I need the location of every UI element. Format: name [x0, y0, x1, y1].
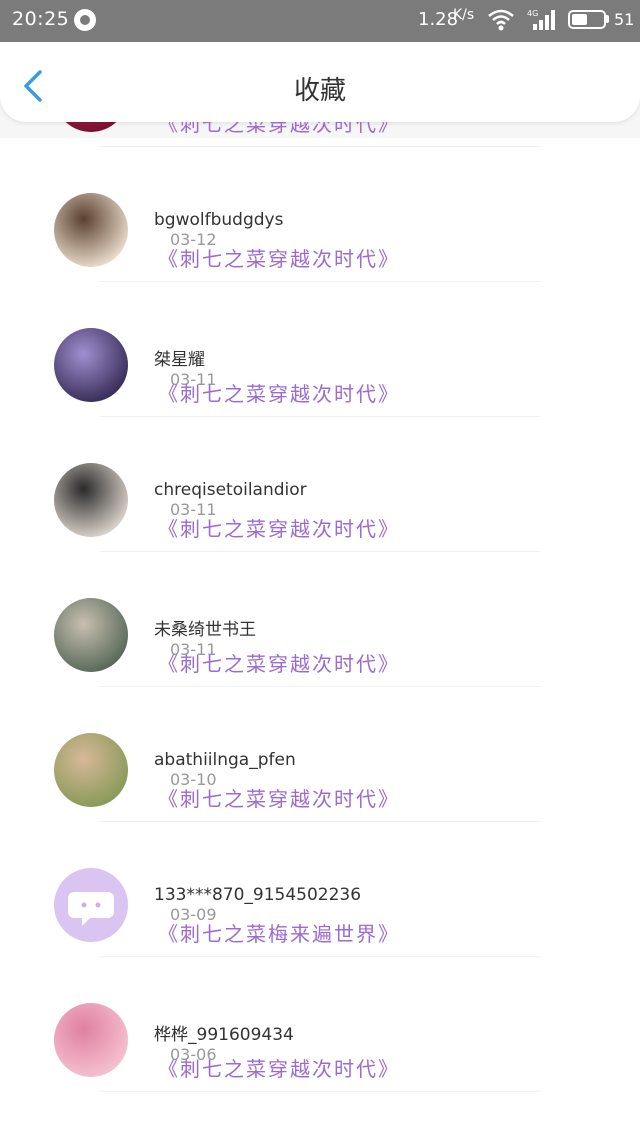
username: bgwolfbudgdys [154, 210, 284, 230]
battery-cap [606, 15, 609, 23]
username: abathiilnga_pfen [154, 750, 296, 770]
list-item[interactable]: 133***870_9154502236 03-09 《刺七之菜梅来遍世界》 [0, 822, 640, 957]
book-title-link[interactable]: 《刺七之菜穿越次时代》 [158, 648, 400, 677]
status-time: 20:25 [12, 8, 70, 30]
username: chreqisetoilandior [154, 480, 307, 500]
favorites-list: 《刺七之菜穿越次时代》 bgwolfbudgdys 03-12 《刺七之菜穿越次时代》… [0, 122, 640, 1138]
avatar[interactable] [54, 193, 128, 267]
list-item[interactable]: 未桑绮世书王 03-11 《刺七之菜穿越次时代》 [0, 552, 640, 687]
book-title-link[interactable]: 《刺七之菜梅来遍世界》 [158, 918, 400, 947]
avatar[interactable] [54, 328, 128, 402]
username: 未桑绮世书王 [154, 620, 256, 640]
book-title-link[interactable]: 《刺七之菜穿越次时代》 [158, 122, 400, 137]
list-item[interactable]: bgwolfbudgdys 03-12 《刺七之菜穿越次时代》 [0, 147, 640, 282]
list-item[interactable]: 《刺七之菜穿越次时代》 [0, 122, 640, 147]
battery-percent: 51 [614, 10, 635, 29]
username: 桦桦_991609434 [154, 1025, 294, 1045]
signal-icon: 4G [527, 9, 555, 30]
avatar[interactable] [54, 868, 128, 942]
notification-app-icon [74, 9, 96, 31]
battery-fill [572, 14, 587, 25]
avatar[interactable] [54, 1003, 128, 1077]
page-title: 收藏 [293, 76, 346, 106]
list-item[interactable]: chreqisetoilandior 03-11 《刺七之菜穿越次时代》 [0, 417, 640, 552]
avatar[interactable] [54, 733, 128, 807]
network-type-label: 4G [527, 9, 538, 18]
list-item[interactable]: 桀星耀 03-11 《刺七之菜穿越次时代》 [0, 282, 640, 417]
list-item[interactable]: abathiilnga_pfen 03-10 《刺七之菜穿越次时代》 [0, 687, 640, 822]
avatar[interactable] [54, 122, 128, 132]
avatar[interactable] [54, 463, 128, 537]
avatar[interactable] [54, 598, 128, 672]
book-title-link[interactable]: 《刺七之菜穿越次时代》 [158, 243, 400, 272]
status-bar: 20:25 1.28 K/s 4G 51 [0, 0, 640, 42]
book-title-link[interactable]: 《刺七之菜穿越次时代》 [158, 378, 400, 407]
wifi-icon [488, 9, 514, 31]
network-speed-unit: K/s [453, 7, 475, 23]
username: 133***870_9154502236 [154, 885, 362, 905]
divider [100, 1091, 540, 1092]
book-title-link[interactable]: 《刺七之菜穿越次时代》 [158, 783, 400, 812]
book-title-link[interactable]: 《刺七之菜穿越次时代》 [158, 1053, 400, 1082]
navigation-header: 收藏 [0, 42, 640, 122]
chat-bubble-icon [68, 892, 114, 926]
username: 桀星耀 [154, 350, 205, 370]
list-item[interactable]: 桦桦_991609434 03-06 《刺七之菜穿越次时代》 [0, 957, 640, 1092]
book-title-link[interactable]: 《刺七之菜穿越次时代》 [158, 513, 400, 542]
battery-icon [568, 10, 606, 29]
